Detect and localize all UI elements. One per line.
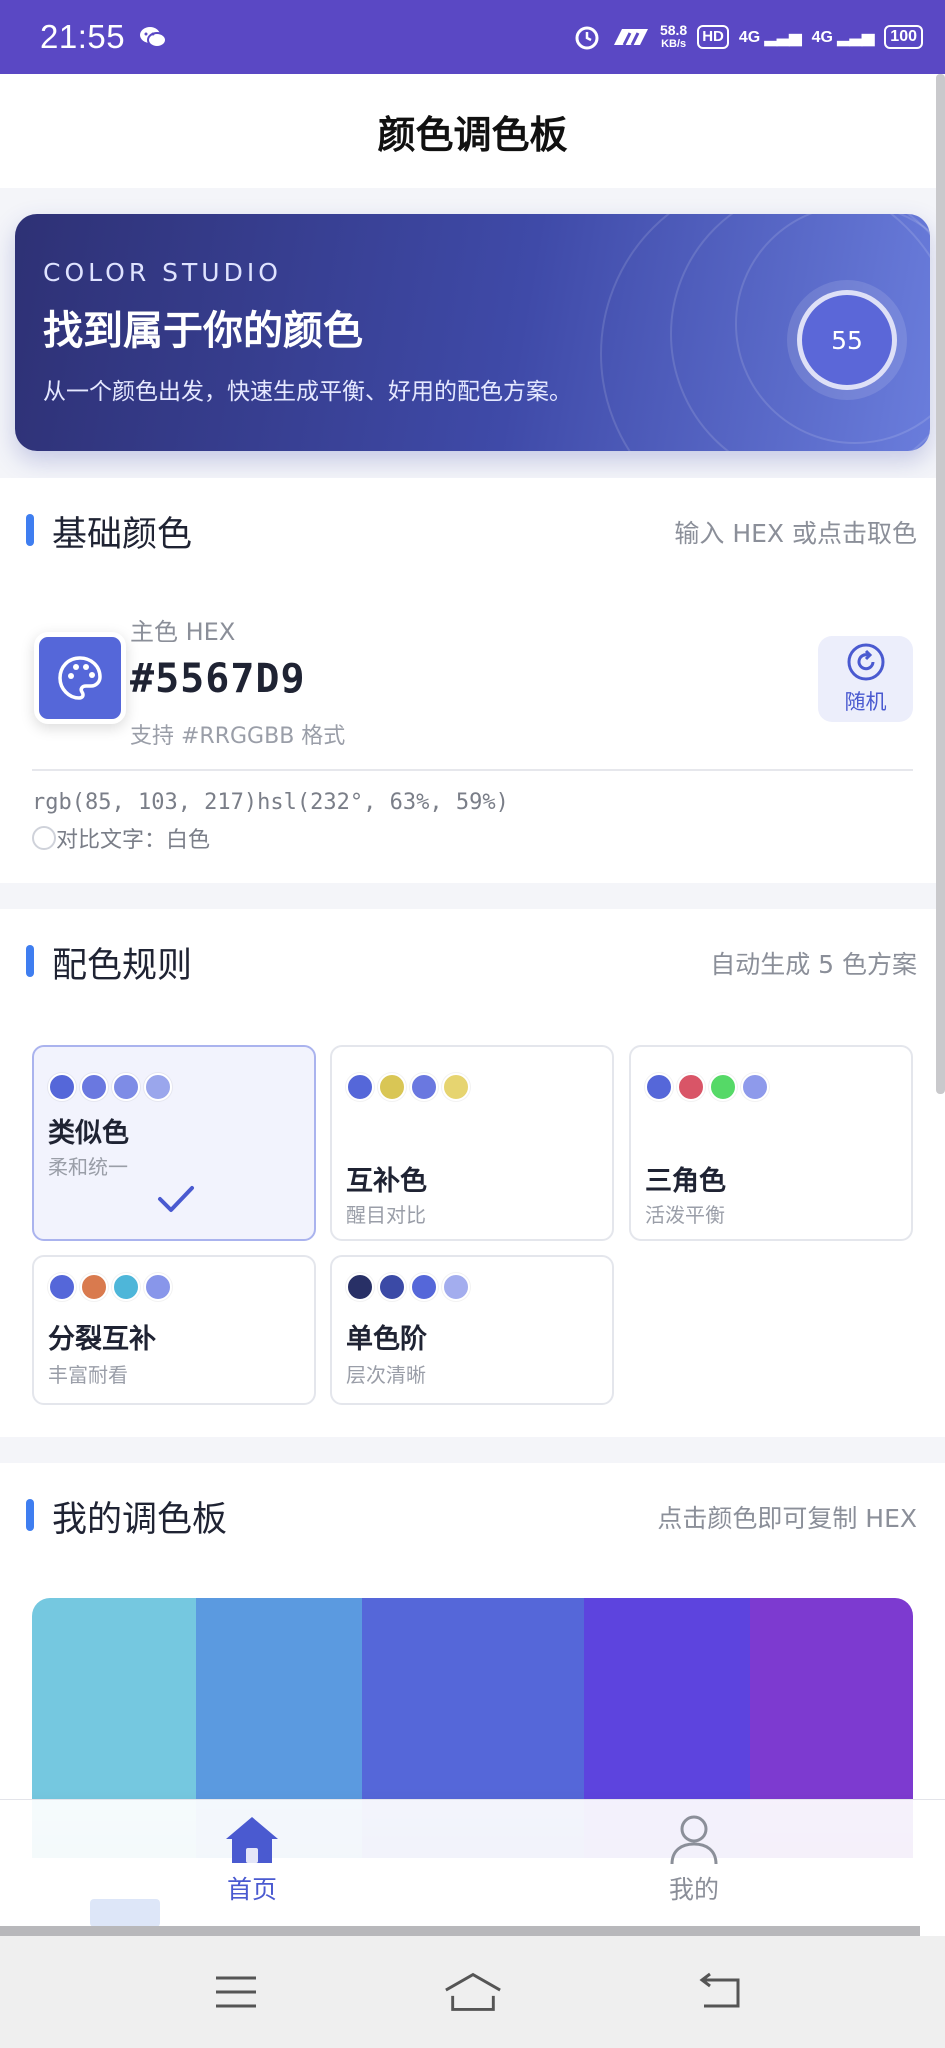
sim1-signal: 4G ▂▃▅ xyxy=(738,29,802,46)
battery-indicator: 100 xyxy=(884,25,923,49)
nfc-speed-icon xyxy=(613,29,648,46)
scrolled-content-peek xyxy=(90,1899,160,1927)
contrast-text: 对比文字：白色 xyxy=(56,828,211,853)
hero-badge: 55 xyxy=(797,290,897,390)
system-gesture-line xyxy=(0,1926,920,1936)
rule-desc: 醒目对比 xyxy=(346,1203,426,1227)
hex-hint: 支持 #RRGGBB 格式 xyxy=(130,724,346,749)
hero-subtitle: 从一个颜色出发，快速生成平衡、好用的配色方案。 xyxy=(43,379,572,405)
rule-name: 单色阶 xyxy=(346,1324,427,1355)
section-hint-rules: 自动生成 5 色方案 xyxy=(710,950,917,979)
section-title-base: 基础颜色 xyxy=(52,515,193,555)
nav-menu-button[interactable] xyxy=(206,1964,266,2020)
rule-desc: 层次清晰 xyxy=(346,1363,426,1387)
refresh-icon xyxy=(847,643,884,681)
hero-title: 找到属于你的颜色 xyxy=(43,308,363,354)
hex-label: 主色 HEX xyxy=(130,618,236,646)
hd-badge: HD xyxy=(697,25,729,49)
system-nav-bar xyxy=(0,1936,945,2048)
contrast-swatch xyxy=(32,826,56,850)
scrollbar[interactable] xyxy=(936,74,945,1094)
hex-input[interactable]: #5567D9 xyxy=(130,656,306,702)
status-bar: 21:55 58.8 KB/s HD 4G ▂▃▅ 4G ▂▃▅ 100 xyxy=(0,0,945,74)
section-title-rules: 配色规则 xyxy=(52,946,193,986)
rule-name: 分裂互补 xyxy=(48,1324,156,1355)
rule-dots xyxy=(645,1073,769,1101)
color-picker-button[interactable] xyxy=(34,632,126,724)
rule-desc: 丰富耐看 xyxy=(48,1363,128,1387)
rule-name: 三角色 xyxy=(645,1166,726,1197)
wechat-icon xyxy=(140,27,168,48)
rule-name: 互补色 xyxy=(346,1166,427,1197)
section-hint-base: 输入 HEX 或点击取色 xyxy=(674,519,917,548)
hero-eyebrow: COLOR STUDIO xyxy=(43,258,282,287)
contrast-info: 对比文字：白色 xyxy=(32,822,210,854)
section-title-palette: 我的调色板 xyxy=(52,1500,228,1540)
rule-dots xyxy=(346,1073,470,1101)
rule-triadic[interactable]: 三角色 活泼平衡 xyxy=(629,1045,913,1241)
tab-home-label: 首页 xyxy=(226,1875,277,1904)
divider xyxy=(32,769,913,771)
rule-name: 类似色 xyxy=(48,1118,129,1149)
hero-banner: COLOR STUDIO 找到属于你的颜色 从一个颜色出发，快速生成平衡、好用的… xyxy=(15,214,930,451)
rule-split-complementary[interactable]: 分裂互补 丰富耐看 xyxy=(32,1255,316,1405)
network-speed: 58.8 KB/s xyxy=(659,22,688,50)
rule-desc: 活泼平衡 xyxy=(645,1203,725,1227)
status-time: 21:55 xyxy=(40,18,126,55)
sim2-signal: 4G ▂▃▅ xyxy=(811,29,875,46)
palette-icon xyxy=(58,656,102,700)
home-outline-icon xyxy=(445,1972,501,2011)
random-label: 随机 xyxy=(844,690,887,714)
back-icon xyxy=(699,1972,740,2008)
menu-icon xyxy=(216,1976,256,2008)
home-icon xyxy=(226,1817,278,1863)
user-icon xyxy=(670,1815,718,1865)
page-header: 颜色调色板 xyxy=(0,74,945,188)
tab-mine[interactable]: 我的 xyxy=(624,1814,764,1906)
rule-dots xyxy=(48,1273,172,1301)
rule-dots xyxy=(48,1073,172,1101)
rule-monochrome[interactable]: 单色阶 层次清晰 xyxy=(330,1255,614,1405)
tab-home[interactable]: 首页 xyxy=(182,1814,322,1906)
rgb-hsl-values: rgb(85, 103, 217)hsl(232°, 63%, 59%) xyxy=(32,790,509,815)
tab-mine-label: 我的 xyxy=(668,1875,719,1904)
rule-complementary[interactable]: 互补色 醒目对比 xyxy=(330,1045,614,1241)
random-color-button[interactable]: 随机 xyxy=(818,636,913,722)
section-hint-palette: 点击颜色即可复制 HEX xyxy=(657,1504,917,1533)
page-title: 颜色调色板 xyxy=(377,112,568,157)
rule-desc: 柔和统一 xyxy=(48,1155,128,1179)
nav-home-button[interactable] xyxy=(443,1964,503,2020)
check-icon xyxy=(158,1186,194,1212)
rule-dots xyxy=(346,1273,470,1301)
nav-back-button[interactable] xyxy=(690,1964,750,2020)
rule-analogous[interactable]: 类似色 柔和统一 xyxy=(32,1045,316,1241)
alarm-icon xyxy=(575,26,599,50)
